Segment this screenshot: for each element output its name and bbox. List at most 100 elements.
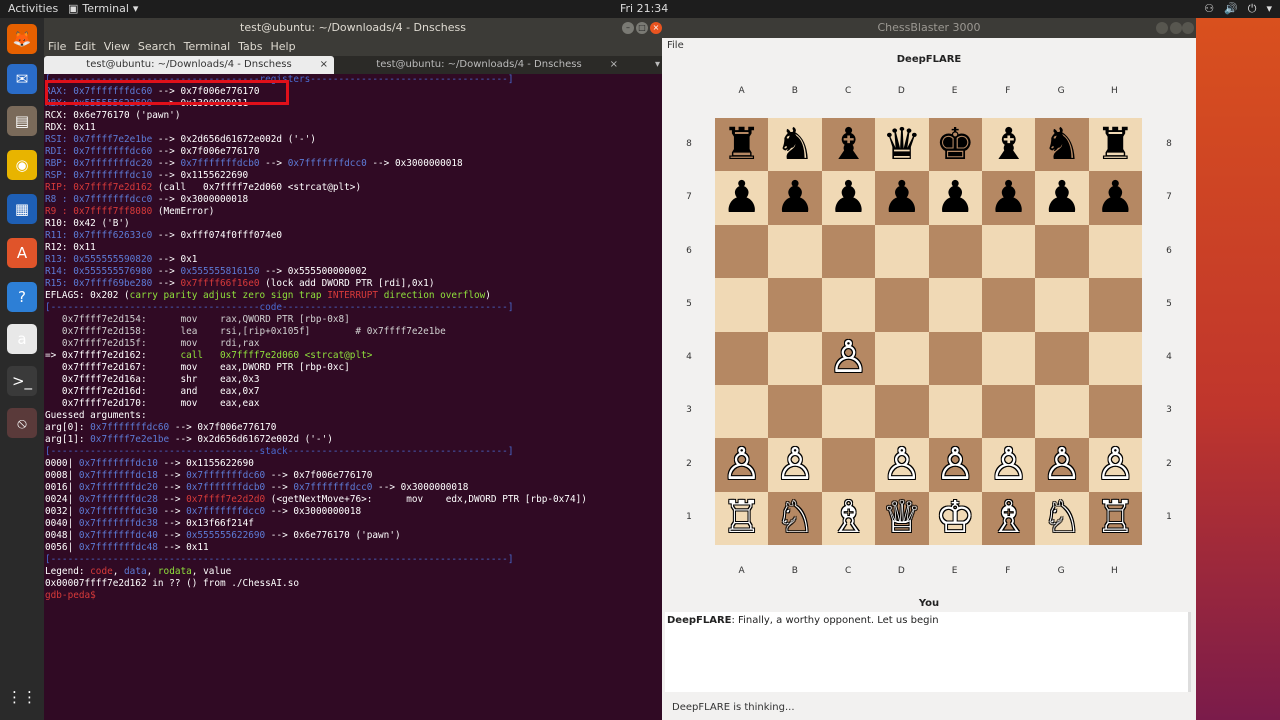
chess-piece-icon[interactable]: ♟ bbox=[989, 176, 1028, 220]
square-g3[interactable] bbox=[1035, 384, 1089, 439]
clock[interactable]: Fri 21:34 bbox=[620, 2, 668, 15]
square-f4[interactable] bbox=[981, 331, 1036, 385]
close-icon[interactable]: × bbox=[320, 56, 328, 74]
square-c2[interactable] bbox=[821, 438, 876, 492]
square-a6[interactable] bbox=[715, 224, 769, 279]
chess-piece-icon[interactable]: ♜ bbox=[1096, 122, 1135, 167]
square-b6[interactable] bbox=[768, 224, 822, 279]
square-b3[interactable] bbox=[768, 384, 822, 439]
chess-piece-icon[interactable]: ♕ bbox=[882, 496, 921, 540]
square-e6[interactable] bbox=[928, 224, 982, 279]
menu-terminal[interactable]: Terminal bbox=[184, 38, 231, 56]
activities-button[interactable]: Activities bbox=[8, 2, 58, 15]
square-d1[interactable]: ♕ bbox=[875, 491, 929, 545]
chess-piece-icon[interactable]: ♙ bbox=[989, 442, 1028, 487]
square-b8[interactable]: ♞ bbox=[768, 118, 822, 172]
chess-titlebar[interactable]: ChessBlaster 3000 bbox=[662, 18, 1196, 38]
tab-2[interactable]: test@ubuntu: ~/Downloads/4 - Dnschess × bbox=[334, 56, 624, 74]
chess-piece-icon[interactable]: ♟ bbox=[829, 176, 868, 220]
menu-file[interactable]: File bbox=[48, 38, 66, 56]
square-d3[interactable] bbox=[875, 384, 929, 439]
menu-search[interactable]: Search bbox=[138, 38, 176, 56]
square-h4[interactable] bbox=[1088, 331, 1142, 385]
chess-piece-icon[interactable]: ♘ bbox=[1042, 496, 1081, 540]
maximize-button[interactable]: □ bbox=[636, 22, 648, 34]
power-icon[interactable]: ⏻ bbox=[1248, 2, 1257, 16]
chess-piece-icon[interactable]: ♚ bbox=[935, 122, 974, 167]
square-a2[interactable]: ♙ bbox=[715, 438, 769, 492]
terminal-icon[interactable]: >_ bbox=[7, 366, 37, 396]
chess-piece-icon[interactable]: ♟ bbox=[775, 176, 814, 220]
square-c5[interactable] bbox=[821, 278, 876, 332]
chess-piece-icon[interactable]: ♙ bbox=[1096, 442, 1135, 487]
chess-piece-icon[interactable]: ♖ bbox=[722, 496, 761, 540]
tabs-menu-icon[interactable]: ▾ bbox=[655, 56, 660, 74]
square-e3[interactable] bbox=[928, 384, 982, 439]
minimize-button[interactable] bbox=[1156, 22, 1168, 34]
square-g2[interactable]: ♙ bbox=[1035, 438, 1089, 492]
square-a3[interactable] bbox=[715, 384, 769, 439]
terminal-titlebar[interactable]: test@ubuntu: ~/Downloads/4 - Dnschess – … bbox=[44, 18, 662, 38]
chess-piece-icon[interactable]: ♟ bbox=[935, 176, 974, 220]
chess-piece-icon[interactable]: ♞ bbox=[775, 122, 814, 167]
show-apps-icon[interactable]: ⋮⋮ bbox=[7, 682, 37, 712]
square-a7[interactable]: ♟ bbox=[715, 171, 769, 225]
square-d7[interactable]: ♟ bbox=[875, 171, 929, 225]
close-button[interactable] bbox=[1182, 22, 1194, 34]
square-a1[interactable]: ♖ bbox=[715, 491, 769, 545]
square-e8[interactable]: ♚ bbox=[928, 118, 982, 172]
square-g5[interactable] bbox=[1035, 278, 1089, 332]
chess-piece-icon[interactable]: ♟ bbox=[882, 176, 921, 220]
square-d6[interactable] bbox=[875, 224, 929, 279]
chevron-down-icon[interactable]: ▾ bbox=[1266, 2, 1272, 16]
chess-piece-icon[interactable]: ♝ bbox=[989, 122, 1028, 167]
firefox-icon[interactable]: 🦊 bbox=[7, 24, 37, 54]
menu-tabs[interactable]: Tabs bbox=[238, 38, 262, 56]
square-b1[interactable]: ♘ bbox=[768, 491, 822, 545]
libreoffice-writer-icon[interactable]: ▦ bbox=[7, 194, 37, 224]
square-a8[interactable]: ♜ bbox=[715, 118, 769, 172]
rhythmbox-icon[interactable]: ◉ bbox=[7, 150, 37, 180]
square-f8[interactable]: ♝ bbox=[981, 118, 1036, 172]
square-d2[interactable]: ♙ bbox=[875, 438, 929, 492]
square-d5[interactable] bbox=[875, 278, 929, 332]
square-c3[interactable] bbox=[821, 384, 876, 439]
chess-piece-icon[interactable]: ♜ bbox=[722, 122, 761, 167]
tab-1[interactable]: test@ubuntu: ~/Downloads/4 - Dnschess × bbox=[44, 56, 334, 74]
chess-piece-icon[interactable]: ♟ bbox=[1096, 176, 1135, 220]
square-c1[interactable]: ♗ bbox=[821, 491, 876, 545]
square-c8[interactable]: ♝ bbox=[821, 118, 876, 172]
files-icon[interactable]: ▤ bbox=[7, 106, 37, 136]
square-f5[interactable] bbox=[981, 278, 1036, 332]
square-c4[interactable]: ♙ bbox=[821, 331, 876, 385]
square-c6[interactable] bbox=[821, 224, 876, 279]
square-e4[interactable] bbox=[928, 331, 982, 385]
chess-piece-icon[interactable]: ♟ bbox=[1042, 176, 1081, 220]
app-menu[interactable]: ▣ Terminal ▾ bbox=[68, 2, 138, 15]
volume-icon[interactable]: 🔊 bbox=[1224, 2, 1238, 16]
square-f3[interactable] bbox=[981, 384, 1036, 439]
chess-piece-icon[interactable]: ♞ bbox=[1042, 122, 1081, 167]
square-e2[interactable]: ♙ bbox=[928, 438, 982, 492]
square-f2[interactable]: ♙ bbox=[981, 438, 1036, 492]
square-f6[interactable] bbox=[981, 224, 1036, 279]
square-g1[interactable]: ♘ bbox=[1035, 491, 1089, 545]
chess-piece-icon[interactable]: ♝ bbox=[829, 122, 868, 167]
chess-piece-icon[interactable]: ♛ bbox=[882, 122, 921, 167]
square-f7[interactable]: ♟ bbox=[981, 171, 1036, 225]
close-button[interactable]: × bbox=[650, 22, 662, 34]
square-h2[interactable]: ♙ bbox=[1088, 438, 1142, 492]
amazon-icon[interactable]: a bbox=[7, 324, 37, 354]
square-b2[interactable]: ♙ bbox=[768, 438, 822, 492]
square-b5[interactable] bbox=[768, 278, 822, 332]
square-d8[interactable]: ♛ bbox=[875, 118, 929, 172]
square-a5[interactable] bbox=[715, 278, 769, 332]
square-g4[interactable] bbox=[1035, 331, 1089, 385]
square-a4[interactable] bbox=[715, 331, 769, 385]
chess-piece-icon[interactable]: ♙ bbox=[1042, 442, 1081, 487]
chess-piece-icon[interactable]: ♗ bbox=[989, 496, 1028, 540]
chess-piece-icon[interactable]: ♔ bbox=[935, 496, 974, 540]
chess-piece-icon[interactable]: ♙ bbox=[882, 442, 921, 487]
square-e1[interactable]: ♔ bbox=[928, 491, 982, 545]
square-h1[interactable]: ♖ bbox=[1088, 491, 1142, 545]
